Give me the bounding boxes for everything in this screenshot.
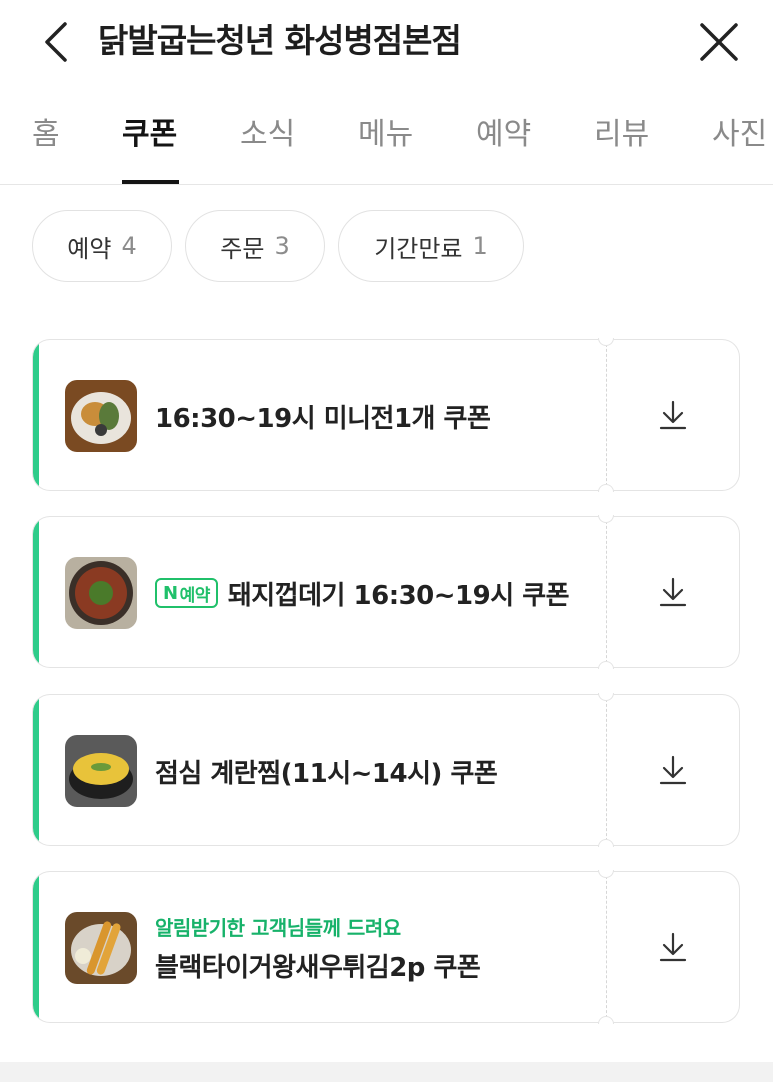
filter-count: 4	[121, 232, 137, 260]
download-icon	[659, 400, 687, 430]
coupon-text: 점심 계란찜(11시~14시) 쿠폰	[155, 695, 498, 845]
badge-label: 예약	[179, 585, 211, 606]
coupon-body: N 예약 돼지껍데기 16:30~19시 쿠폰	[32, 516, 606, 668]
download-icon	[659, 932, 687, 962]
coupon-text: N 예약 돼지껍데기 16:30~19시 쿠폰	[155, 517, 570, 667]
coupon-body: 점심 계란찜(11시~14시) 쿠폰	[32, 694, 606, 846]
download-coupon-button[interactable]	[606, 871, 740, 1023]
coupon-card: 알림받기한 고객님들께 드려요 블랙타이거왕새우튀김2p 쿠폰	[32, 870, 740, 1024]
coupon-notice: 알림받기한 고객님들께 드려요	[155, 916, 401, 940]
coupon-card: N 예약 돼지껍데기 16:30~19시 쿠폰	[32, 515, 740, 669]
filter-count: 1	[472, 232, 488, 260]
coupon-body: 알림받기한 고객님들께 드려요 블랙타이거왕새우튀김2p 쿠폰	[32, 871, 606, 1023]
coupon-thumbnail	[65, 380, 137, 452]
tab-coupon[interactable]: 쿠폰	[122, 114, 177, 156]
tab-reservation[interactable]: 예약	[476, 114, 531, 156]
tab-photo[interactable]: 사진	[712, 114, 767, 156]
coupon-filters: 예약 4 주문 3 기간만료 1	[0, 210, 773, 282]
filter-label: 예약	[67, 234, 112, 263]
bottom-divider	[0, 1062, 773, 1082]
close-button[interactable]	[696, 20, 742, 64]
filter-label: 기간만료	[374, 234, 463, 263]
coupon-card: 점심 계란찜(11시~14시) 쿠폰	[32, 693, 740, 847]
filter-chip-order[interactable]: 주문 3	[185, 210, 325, 282]
coupon-body: 16:30~19시 미니전1개 쿠폰	[32, 339, 606, 491]
coupon-thumbnail	[65, 557, 137, 629]
coupon-text: 16:30~19시 미니전1개 쿠폰	[155, 340, 491, 490]
download-coupon-button[interactable]	[606, 339, 740, 491]
naver-reservation-badge: N 예약	[155, 578, 218, 608]
back-button[interactable]	[38, 20, 74, 64]
filter-chip-reservation[interactable]: 예약 4	[32, 210, 172, 282]
coupon-thumbnail	[65, 912, 137, 984]
tab-bar: 홈 쿠폰 소식 메뉴 예약 리뷰 사진	[0, 96, 773, 185]
download-coupon-button[interactable]	[606, 516, 740, 668]
download-coupon-button[interactable]	[606, 694, 740, 846]
coupon-title: 점심 계란찜(11시~14시) 쿠폰	[155, 758, 498, 789]
coupon-title: 16:30~19시 미니전1개 쿠폰	[155, 403, 491, 434]
filter-count: 3	[274, 232, 290, 260]
download-icon	[659, 577, 687, 607]
filter-chip-expired[interactable]: 기간만료 1	[338, 210, 524, 282]
coupon-card: 16:30~19시 미니전1개 쿠폰	[32, 338, 740, 492]
close-icon	[700, 23, 738, 61]
coupon-thumbnail	[65, 735, 137, 807]
coupon-title: 돼지껍데기 16:30~19시 쿠폰	[227, 580, 570, 611]
tab-review[interactable]: 리뷰	[594, 114, 649, 156]
tab-menu[interactable]: 메뉴	[358, 114, 413, 156]
download-icon	[659, 755, 687, 785]
coupon-text: 알림받기한 고객님들께 드려요 블랙타이거왕새우튀김2p 쿠폰	[155, 872, 481, 1022]
chevron-left-icon	[45, 22, 67, 62]
header: 닭발굽는청년 화성병점본점	[0, 0, 773, 90]
tab-news[interactable]: 소식	[240, 114, 295, 156]
active-tab-indicator	[122, 180, 179, 184]
naver-n-mark: N	[163, 582, 178, 604]
filter-label: 주문	[220, 234, 265, 263]
page-title: 닭발굽는청년 화성병점본점	[98, 21, 462, 60]
coupon-title-row: N 예약 돼지껍데기 16:30~19시 쿠폰	[155, 575, 570, 612]
tab-home[interactable]: 홈	[32, 114, 60, 156]
coupon-title: 블랙타이거왕새우튀김2p 쿠폰	[155, 953, 481, 983]
